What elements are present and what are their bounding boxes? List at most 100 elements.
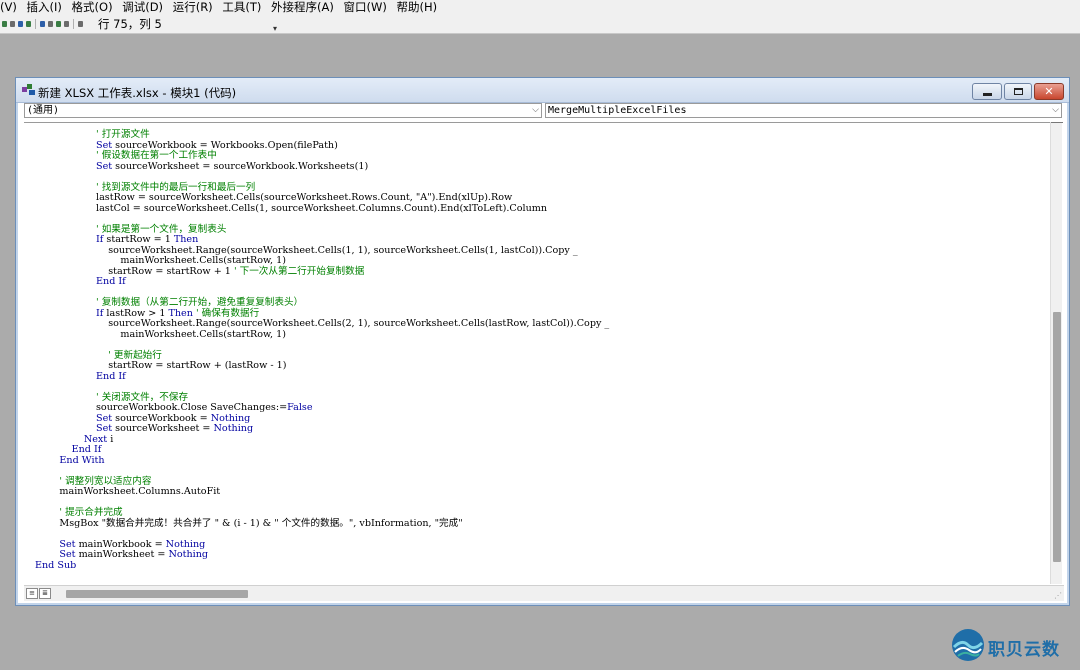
break-icon[interactable]: [10, 21, 15, 27]
code-line[interactable]: Next i: [35, 433, 609, 446]
code-text: mainWorksheet.Cells(startRow, 1): [59, 255, 286, 266]
procedure-combo-value: MergeMultipleExcelFiles: [548, 105, 687, 116]
code-line[interactable]: Set sourceWorksheet = sourceWorkbook.Wor…: [35, 160, 609, 173]
maximize-button[interactable]: [1004, 83, 1032, 100]
code-keyword: End If: [96, 370, 126, 382]
code-window: 新建 XLSX 工作表.xlsx - 模块1 (代码) ✕ (通用) ⌵ Mer…: [15, 77, 1070, 606]
code-text: mainWorksheet.Columns.AutoFit: [59, 486, 221, 497]
code-text: mainWorksheet.Cells(startRow, 1): [59, 328, 286, 340]
code-line[interactable]: mainWorksheet.Columns.AutoFit: [35, 486, 609, 498]
code-keyword: End With: [59, 454, 105, 466]
code-keyword: Set: [59, 549, 76, 560]
procedure-view-button[interactable]: ≡: [26, 588, 38, 599]
code-comment: ' 提示合并完成: [59, 507, 123, 518]
code-text: startRow = 1: [103, 234, 174, 245]
chevron-down-icon[interactable]: ⌵: [532, 104, 539, 117]
project-explorer-icon[interactable]: [40, 21, 45, 27]
code-keyword: False: [287, 402, 313, 413]
toolbar-separator: [35, 19, 36, 29]
object-combo-value: (通用): [27, 105, 60, 116]
cursor-position: 行 75，列 5: [98, 17, 162, 31]
menu-item-window[interactable]: 窗口(W): [343, 0, 386, 14]
combo-row: (通用) ⌵ MergeMultipleExcelFiles ⌵: [24, 103, 1064, 119]
design-mode-icon[interactable]: [26, 21, 31, 27]
close-button[interactable]: ✕: [1034, 83, 1064, 100]
code-line[interactable]: End If: [35, 444, 609, 456]
code-comment: ' 如果是第一个文件，复制表头: [59, 223, 227, 235]
toolbar-separator: [73, 19, 74, 29]
code-line[interactable]: lastCol = sourceWorksheet.Cells(1, sourc…: [35, 203, 609, 215]
code-text: sourceWorkbook = Workbooks.Open(filePath…: [112, 139, 338, 151]
object-combo[interactable]: (通用) ⌵: [24, 103, 542, 118]
code-keyword: Nothing: [168, 549, 209, 560]
toolbar: 行 75，列 5 ▾: [0, 15, 1080, 34]
menu-item-help[interactable]: 帮助(H): [396, 0, 437, 14]
code-line[interactable]: End Sub: [35, 559, 609, 572]
code-line[interactable]: Set sourceWorksheet = Nothing: [35, 423, 609, 435]
window-titlebar[interactable]: 新建 XLSX 工作表.xlsx - 模块1 (代码) ✕: [16, 78, 1069, 103]
code-text: mainWorkbook =: [75, 538, 166, 550]
code-keyword: Set: [96, 412, 113, 424]
code-lines: ' 打开源文件 Set sourceWorkbook = Workbooks.O…: [35, 129, 609, 572]
vertical-scrollbar[interactable]: [1050, 122, 1063, 584]
full-module-view-button[interactable]: ≣: [39, 588, 51, 599]
code-keyword: Next: [83, 433, 108, 445]
code-text: sourceWorksheet =: [112, 423, 214, 434]
code-keyword: End Sub: [35, 559, 77, 571]
properties-icon[interactable]: [48, 21, 53, 27]
code-comment: ' 打开源文件: [59, 129, 150, 140]
code-line[interactable]: End If: [35, 276, 609, 288]
vertical-scroll-thumb[interactable]: [1053, 312, 1061, 562]
split-bar[interactable]: [1051, 122, 1063, 123]
menu-item-tools[interactable]: 工具(T): [222, 0, 261, 14]
code-line[interactable]: Set mainWorksheet = Nothing: [35, 549, 609, 561]
code-editor[interactable]: ' 打开源文件 Set sourceWorkbook = Workbooks.O…: [24, 122, 1050, 584]
horizontal-scroll-thumb[interactable]: [66, 590, 248, 598]
code-text: startRow = startRow + 1: [59, 265, 234, 277]
code-text: MsgBox "数据合并完成！共合并了 " & (i - 1) & " 个文件的…: [59, 517, 463, 529]
code-comment: ' 复制数据（从第二行开始，避免重复复制表头）: [59, 297, 304, 308]
code-keyword: End If: [71, 444, 102, 455]
code-text: mainWorksheet =: [75, 549, 169, 560]
procedure-combo[interactable]: MergeMultipleExcelFiles ⌵: [545, 103, 1062, 118]
menu-bar: (V) 插入(I) 格式(O) 调试(D) 运行(R) 工具(T) 外接程序(A…: [0, 0, 1080, 15]
code-keyword: Set: [96, 423, 113, 434]
code-line[interactable]: End If: [35, 370, 609, 383]
code-comment: ' 下一次从第二行开始复制数据: [233, 265, 365, 277]
object-browser-icon[interactable]: [56, 21, 61, 27]
resize-grip-icon[interactable]: ⋰: [1054, 591, 1062, 600]
toolbar-icons: [2, 19, 83, 29]
code-line[interactable]: mainWorksheet.Cells(startRow, 1): [35, 328, 609, 341]
menu-item-addins[interactable]: 外接程序(A): [271, 0, 334, 14]
watermark: 职贝云数: [950, 627, 1080, 667]
reset-icon[interactable]: [18, 21, 23, 27]
toolbox-icon[interactable]: [64, 21, 69, 27]
menu-item-insert[interactable]: 插入(I): [27, 0, 62, 14]
code-text: lastRow > 1: [103, 307, 169, 319]
brand-logo-icon: [952, 629, 984, 661]
code-line[interactable]: End With: [35, 454, 609, 467]
code-keyword: Set: [96, 160, 113, 172]
help-icon[interactable]: [78, 21, 83, 27]
minimize-button[interactable]: [972, 83, 1002, 100]
code-keyword: End If: [96, 276, 126, 287]
maximize-icon: [1013, 88, 1023, 95]
menu-item-format[interactable]: 格式(O): [72, 0, 113, 14]
chevron-down-icon[interactable]: ⌵: [1052, 104, 1059, 117]
code-line[interactable]: MsgBox "数据合并完成！共合并了 " & (i - 1) & " 个文件的…: [35, 517, 609, 530]
code-text: sourceWorkbook.Close SaveChanges:=: [59, 402, 288, 413]
run-icon[interactable]: [2, 21, 7, 27]
code-comment: ' 找到源文件中的最后一行和最后一列: [59, 181, 256, 193]
toolbar-options-icon[interactable]: ▾: [273, 20, 277, 38]
code-text: i: [107, 433, 114, 445]
menu-item-run[interactable]: 运行(R): [173, 0, 213, 14]
menu-item-debug[interactable]: 调试(D): [122, 0, 163, 14]
code-text: sourceWorksheet = sourceWorkbook.Workshe…: [112, 160, 369, 172]
code-comment: ' 调整列宽以适应内容: [59, 475, 152, 487]
menu-item-view[interactable]: (V): [0, 0, 17, 14]
